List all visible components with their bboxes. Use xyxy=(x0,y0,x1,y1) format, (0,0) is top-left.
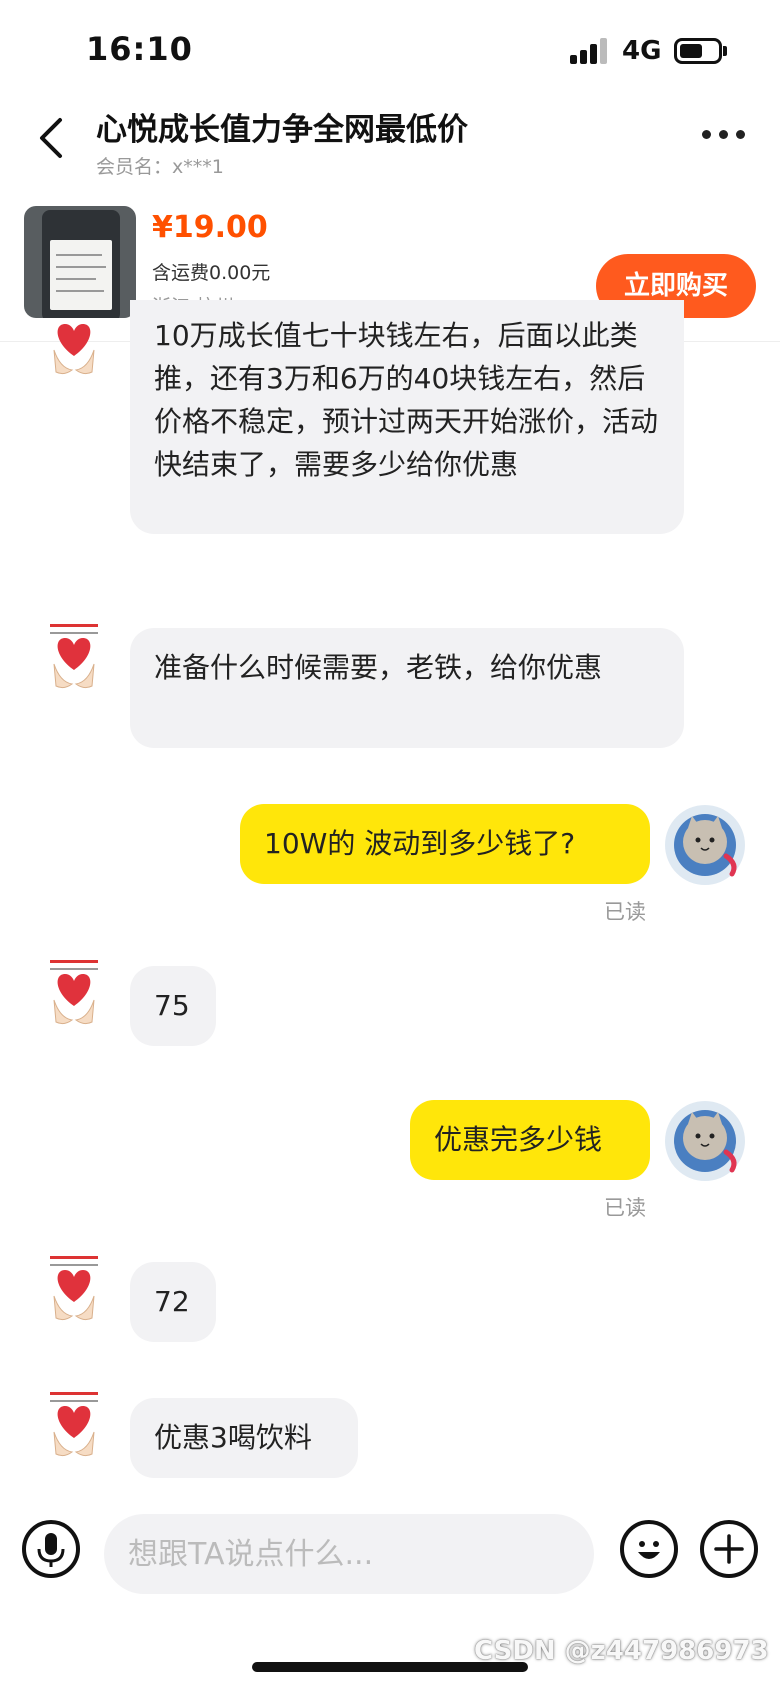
more-dots-icon xyxy=(702,130,711,139)
heart-hands-icon xyxy=(50,960,98,1025)
mic-icon xyxy=(37,1533,65,1567)
read-status: 已读 xyxy=(604,900,646,924)
product-thumbnail[interactable] xyxy=(24,206,136,318)
more-button[interactable] xyxy=(700,124,750,144)
emoji-button[interactable] xyxy=(620,1520,678,1578)
heart-hands-icon xyxy=(53,324,95,375)
more-actions-button[interactable] xyxy=(700,1520,758,1578)
seller-avatar[interactable] xyxy=(48,624,100,704)
cat-astronaut-icon xyxy=(665,805,745,885)
back-button[interactable] xyxy=(30,112,74,164)
product-price: ¥19.00 xyxy=(152,210,268,245)
message-input[interactable] xyxy=(104,1514,594,1594)
emoji-icon xyxy=(638,1541,660,1559)
message-bubble-seller[interactable]: 72 xyxy=(130,1262,216,1342)
signal-icon xyxy=(570,38,610,64)
home-indicator[interactable] xyxy=(252,1662,528,1672)
network-label: 4G xyxy=(622,36,662,66)
message-bubble-seller[interactable]: 75 xyxy=(130,966,216,1046)
status-time: 16:10 xyxy=(86,30,193,68)
heart-hands-icon xyxy=(50,1256,98,1321)
cat-astronaut-icon xyxy=(665,1101,745,1181)
message-bubble-me[interactable]: 优惠完多少钱 xyxy=(410,1100,650,1180)
heart-hands-icon xyxy=(50,1392,98,1457)
seller-avatar[interactable] xyxy=(48,1392,100,1472)
shipping-fee: 含运费0.00元 xyxy=(152,262,271,284)
battery-icon xyxy=(674,38,722,64)
seller-avatar[interactable] xyxy=(48,960,100,1040)
chevron-left-icon xyxy=(40,118,62,158)
seller-avatar[interactable] xyxy=(48,1256,100,1336)
message-bubble-seller[interactable]: 准备什么时候需要，老铁，给你优惠 xyxy=(130,628,684,748)
message-bubble-me[interactable]: 10W的 波动到多少钱了? xyxy=(240,804,650,884)
plus-icon xyxy=(714,1534,744,1564)
my-avatar[interactable] xyxy=(664,804,746,886)
member-name: 会员名：x***1 xyxy=(96,156,224,178)
status-bar: 16:10 4G xyxy=(0,0,780,100)
voice-button[interactable] xyxy=(22,1520,80,1578)
input-bar xyxy=(0,1490,780,1620)
chat-title: 心悦成长值力争全网最低价 xyxy=(96,112,468,148)
message-bubble-seller[interactable]: 10万成长值七十块钱左右，后面以此类推，还有3万和6万的40块钱左右，然后价格不… xyxy=(130,300,684,534)
seller-avatar[interactable] xyxy=(48,316,100,396)
heart-hands-icon xyxy=(50,624,98,689)
chat-header: 心悦成长值力争全网最低价 会员名：x***1 xyxy=(0,100,780,180)
my-avatar[interactable] xyxy=(664,1100,746,1182)
message-bubble-seller[interactable]: 优惠3喝饮料 xyxy=(130,1398,358,1478)
read-status: 已读 xyxy=(604,1196,646,1220)
